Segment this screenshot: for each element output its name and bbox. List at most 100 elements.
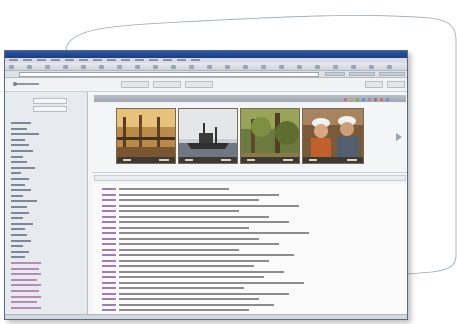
menu-item[interactable]: [163, 59, 172, 61]
sidebar-tree-item[interactable]: [11, 250, 29, 253]
sidebar-tree-item[interactable]: [11, 161, 27, 164]
sidebar-tree-item[interactable]: [11, 138, 25, 141]
toolbar-button-icon[interactable]: [225, 65, 230, 69]
result-number[interactable]: [102, 188, 116, 190]
result-number[interactable]: [102, 281, 116, 284]
menu-item[interactable]: [135, 59, 144, 61]
sidebar-tree-item[interactable]: [11, 206, 27, 208]
toolbar-button-icon[interactable]: [117, 65, 122, 69]
sidebar-tree-item[interactable]: [11, 194, 23, 197]
sidebar-tree-item[interactable]: [11, 267, 39, 270]
sidebar-tree-item[interactable]: [11, 150, 33, 152]
menu-item[interactable]: [177, 59, 186, 61]
result-number[interactable]: [102, 303, 116, 306]
menu-item[interactable]: [79, 59, 88, 61]
result-number[interactable]: [102, 243, 116, 245]
result-number[interactable]: [102, 248, 116, 251]
status-dot-icon[interactable]: [362, 98, 365, 101]
result-number[interactable]: [102, 215, 116, 218]
sidebar-tree-item[interactable]: [11, 200, 37, 203]
links-button[interactable]: [379, 72, 405, 76]
menu-item[interactable]: [37, 59, 46, 61]
sidebar-filter-field[interactable]: [33, 106, 67, 112]
sidebar-tree-item[interactable]: [11, 183, 25, 186]
sidebar-tree-item[interactable]: [11, 178, 29, 180]
sidebar-tree-item[interactable]: [11, 166, 35, 169]
toolbar-button-icon[interactable]: [135, 65, 140, 69]
result-number[interactable]: [102, 309, 116, 311]
toolbar-button-icon[interactable]: [153, 65, 158, 69]
toolbar-button-icon[interactable]: [207, 65, 212, 69]
menu-item[interactable]: [93, 59, 102, 61]
menu-item[interactable]: [51, 59, 60, 61]
sidebar-tree-item[interactable]: [11, 295, 41, 298]
sidebar-tree-item[interactable]: [11, 144, 29, 147]
sidebar-tree-item[interactable]: [11, 284, 41, 287]
status-dot-icon[interactable]: [386, 98, 389, 101]
nav-button[interactable]: [121, 81, 149, 88]
nav-button[interactable]: [387, 81, 405, 88]
sidebar-tree-item[interactable]: [11, 189, 31, 192]
status-dot-icon[interactable]: [356, 98, 359, 101]
result-number[interactable]: [102, 259, 116, 262]
toolbar-button-icon[interactable]: [261, 65, 266, 69]
sidebar-tree-item[interactable]: [11, 172, 21, 175]
results-search-bar[interactable]: [94, 175, 406, 181]
links-button[interactable]: [325, 72, 345, 76]
menu-item[interactable]: [149, 59, 158, 61]
toolbar-button-icon[interactable]: [297, 65, 302, 69]
sidebar-tree-item[interactable]: [11, 155, 23, 158]
sidebar-tree-item[interactable]: [11, 122, 31, 124]
sidebar-tree-item[interactable]: [11, 222, 33, 225]
toolbar-button-icon[interactable]: [63, 65, 68, 69]
toolbar-button-icon[interactable]: [27, 65, 32, 69]
thumbnail-forest-scene[interactable]: [240, 108, 300, 164]
sidebar-tree-item[interactable]: [11, 217, 23, 220]
status-dot-icon[interactable]: [374, 98, 377, 101]
result-number[interactable]: [102, 204, 116, 207]
sidebar-tree-item[interactable]: [11, 262, 41, 264]
result-number[interactable]: [102, 287, 116, 289]
sidebar-tree-item[interactable]: [11, 228, 25, 231]
sidebar-tree-item[interactable]: [11, 278, 37, 281]
toolbar-button-icon[interactable]: [99, 65, 104, 69]
result-number[interactable]: [102, 265, 116, 267]
sidebar-tree-item[interactable]: [11, 211, 29, 214]
menu-item[interactable]: [23, 59, 32, 61]
result-number[interactable]: [102, 221, 116, 223]
result-number[interactable]: [102, 237, 116, 240]
sidebar-tree-item[interactable]: [11, 301, 37, 304]
sidebar-tree-item[interactable]: [11, 273, 41, 276]
nav-button[interactable]: [153, 81, 181, 88]
result-number[interactable]: [102, 254, 116, 256]
sidebar-tree-item[interactable]: [11, 256, 25, 259]
toolbar-button-icon[interactable]: [351, 65, 356, 69]
toolbar-button-icon[interactable]: [171, 65, 176, 69]
menu-item[interactable]: [107, 59, 116, 61]
result-number[interactable]: [102, 199, 116, 201]
sidebar-tree-item[interactable]: [11, 133, 39, 136]
nav-button[interactable]: [365, 81, 383, 88]
result-number[interactable]: [102, 193, 116, 196]
url-field[interactable]: [19, 72, 319, 77]
nav-button[interactable]: [185, 81, 213, 88]
thumbnail-ship-on-water[interactable]: [178, 108, 238, 164]
toolbar-button-icon[interactable]: [81, 65, 86, 69]
gallery-next-icon[interactable]: [394, 132, 404, 142]
result-number[interactable]: [102, 232, 116, 234]
thumbnail-workers-in-hard-hats[interactable]: [302, 108, 364, 164]
toolbar-button-icon[interactable]: [315, 65, 320, 69]
sidebar-tree-item[interactable]: [11, 245, 23, 248]
sidebar-tree-item[interactable]: [11, 239, 31, 242]
sidebar-tree-item[interactable]: [11, 127, 27, 130]
sidebar-tree-item[interactable]: [11, 306, 41, 309]
menu-item[interactable]: [191, 59, 200, 61]
result-number[interactable]: [102, 270, 116, 273]
result-number[interactable]: [102, 210, 116, 212]
toolbar-button-icon[interactable]: [369, 65, 374, 69]
result-number[interactable]: [102, 276, 116, 278]
status-dot-icon[interactable]: [350, 98, 353, 101]
thumbnail-industrial-interior[interactable]: [116, 108, 176, 164]
toolbar-button-icon[interactable]: [189, 65, 194, 69]
links-button[interactable]: [349, 72, 375, 76]
